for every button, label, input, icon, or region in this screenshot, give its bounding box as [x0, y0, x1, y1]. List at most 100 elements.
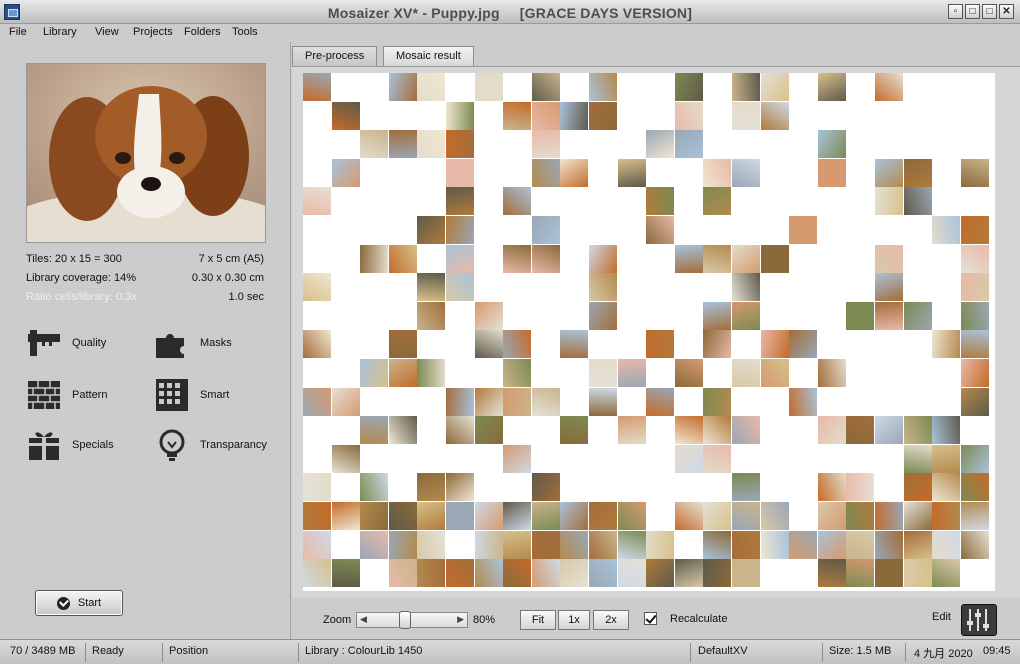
minimize-button[interactable]: ▫	[948, 4, 963, 19]
mosaic-tile	[446, 473, 474, 502]
mosaic-tile	[303, 387, 331, 416]
status-profile: DefaultXV	[698, 645, 748, 657]
zoom-1x-button[interactable]: 1x	[558, 610, 590, 630]
status-size: Size: 1.5 MB	[829, 645, 892, 657]
start-button[interactable]: Start	[35, 590, 123, 616]
mosaic-tile	[674, 444, 703, 473]
slider-left-arrow-icon[interactable]: ◀	[360, 614, 367, 625]
mosaic-tile	[589, 101, 617, 130]
menu-view[interactable]: View	[95, 26, 119, 38]
mosaic-tile	[617, 502, 646, 530]
smart-tool[interactable]: Smart	[154, 378, 229, 412]
cell-size-info: 0.30 x 0.30 cm	[191, 272, 264, 284]
tiles-info: Tiles: 20 x 15 = 300	[26, 253, 122, 265]
mosaic-tile	[703, 444, 732, 473]
mosaic-tile	[331, 387, 360, 416]
mosaic-tile	[960, 216, 989, 244]
mosaic-tile	[789, 387, 818, 416]
menu-file[interactable]: File	[9, 26, 27, 38]
mosaic-tile	[446, 273, 474, 302]
mosaic-tile	[932, 502, 961, 530]
mosaic-tile	[789, 330, 818, 359]
mosaic-tile	[446, 101, 474, 130]
maximize-button[interactable]: □	[982, 4, 997, 19]
mosaic-tile	[674, 130, 703, 159]
quality-tool[interactable]: Quality	[26, 326, 106, 360]
mosaic-tile	[960, 359, 989, 387]
mosaic-tile	[846, 473, 875, 502]
specials-tool[interactable]: Specials	[26, 428, 114, 462]
slider-right-arrow-icon[interactable]: ▶	[457, 614, 464, 625]
mosaic-tile	[932, 473, 961, 502]
status-time: 09:45	[983, 645, 1011, 657]
mosaic-tile	[503, 502, 532, 530]
mosaic-tile	[760, 73, 789, 101]
status-separator	[822, 643, 823, 662]
mosaic-tile	[360, 502, 389, 530]
zoom-2x-button[interactable]: 2x	[593, 610, 629, 630]
mosaic-tile	[417, 473, 446, 502]
status-separator	[690, 643, 691, 662]
mosaic-tile	[732, 559, 760, 588]
mosaic-tile	[732, 244, 760, 273]
mosaic-tile	[560, 330, 589, 359]
window-title-text: Mosaizer XV* - Puppy.jpg	[327, 5, 500, 21]
mosaic-tile	[875, 530, 903, 559]
mosaic-tile	[474, 416, 503, 445]
masks-tool[interactable]: Masks	[154, 326, 232, 360]
edit-button[interactable]	[961, 604, 997, 636]
mosaic-tile	[817, 502, 846, 530]
status-bar: 70 / 3489 MB Ready Position Library : Co…	[0, 639, 1020, 664]
mosaic-tile	[446, 387, 474, 416]
mosaic-tile	[617, 559, 646, 588]
mosaic-tile	[417, 559, 446, 588]
pattern-tool[interactable]: Pattern	[26, 378, 107, 412]
quality-icon	[28, 330, 60, 356]
specials-gift-icon	[29, 432, 59, 460]
mosaic-tile	[388, 130, 417, 159]
mosaic-tile	[674, 73, 703, 101]
mosaic-tile	[474, 530, 503, 559]
mosaic-tile	[932, 444, 961, 473]
menu-folders[interactable]: Folders	[184, 26, 221, 38]
mosaic-tile	[474, 502, 503, 530]
close-button[interactable]: ✕	[999, 4, 1014, 19]
mosaic-tile	[732, 502, 760, 530]
tab-pre-process[interactable]: Pre-process	[292, 46, 378, 66]
mosaic-tile	[875, 502, 903, 530]
mosaic-tile	[303, 530, 331, 559]
mosaic-tile	[817, 473, 846, 502]
mosaic-tile	[417, 301, 446, 330]
menu-library[interactable]: Library	[43, 26, 77, 38]
mosaic-tile	[388, 359, 417, 387]
mosaic-tile	[303, 559, 331, 588]
menu-projects[interactable]: Projects	[133, 26, 173, 38]
mosaic-tile	[446, 158, 474, 187]
mosaic-tile	[703, 416, 732, 445]
fit-button[interactable]: Fit	[520, 610, 556, 630]
mosaic-tile	[617, 359, 646, 387]
mosaic-tile	[732, 73, 760, 101]
mosaic-tile	[303, 187, 331, 216]
mosaic-tile	[303, 73, 331, 101]
mosaic-tile	[417, 273, 446, 302]
mosaic-tile	[703, 158, 732, 187]
mosaic-tile	[932, 530, 961, 559]
start-label: Start	[77, 597, 102, 609]
mosaic-tile	[932, 330, 961, 359]
menu-tools[interactable]: Tools	[232, 26, 258, 38]
mosaic-tile	[589, 530, 617, 559]
mosaic-tile	[903, 473, 932, 502]
mosaic-canvas[interactable]	[303, 73, 995, 591]
zoom-slider[interactable]: ◀ ▶	[356, 611, 468, 629]
zoom-slider-handle[interactable]	[399, 611, 411, 629]
tab-mosaic-result[interactable]: Mosaic result	[383, 46, 474, 66]
mosaic-tile	[560, 530, 589, 559]
mosaic-tile	[531, 387, 560, 416]
transparancy-tool[interactable]: Transparancy	[154, 428, 267, 462]
mosaic-tile	[760, 244, 789, 273]
mosaic-tile	[303, 330, 331, 359]
recalculate-checkbox[interactable]	[644, 612, 657, 625]
masks-puzzle-icon	[156, 334, 184, 358]
tile-button[interactable]: □	[965, 4, 980, 19]
